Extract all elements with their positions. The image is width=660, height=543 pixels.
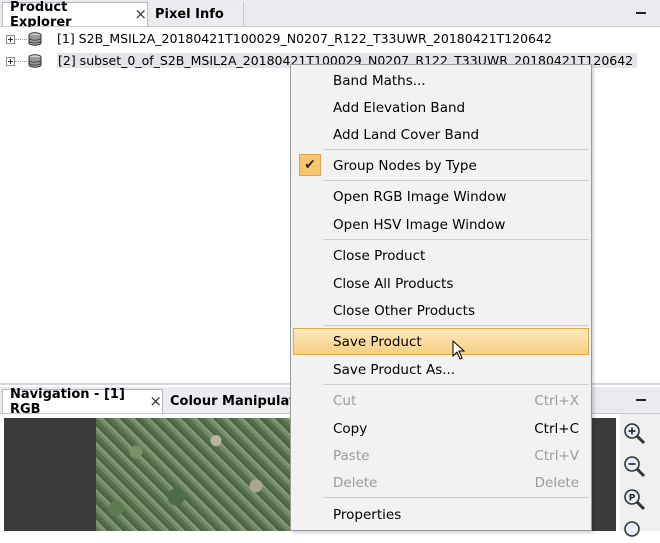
- tab-label: Product Explorer: [10, 0, 72, 30]
- tab-label: Navigation - [1] RGB: [10, 386, 125, 417]
- expand-icon[interactable]: [6, 57, 15, 66]
- tab-label: Colour Manipulati: [170, 393, 300, 409]
- menu-item-label: Save Product As...: [333, 361, 456, 378]
- menu-separator: [323, 149, 589, 150]
- menu-item-copy[interactable]: Copy Ctrl+C: [293, 415, 589, 442]
- menu-item-band-maths[interactable]: Band Maths...: [293, 67, 589, 94]
- menu-item-add-elevation-band[interactable]: Add Elevation Band: [293, 94, 589, 121]
- menu-item-group-nodes-by-type[interactable]: ✔ Group Nodes by Type: [293, 152, 589, 179]
- tab-product-explorer[interactable]: Product Explorer ×: [2, 0, 148, 30]
- tab-colour-manipulation[interactable]: Colour Manipulati: [163, 389, 303, 413]
- close-icon[interactable]: ×: [134, 7, 147, 22]
- menu-separator: [323, 239, 589, 240]
- menu-item-properties[interactable]: Properties: [293, 501, 589, 528]
- minimize-icon[interactable]: [636, 399, 646, 401]
- menu-item-label: Close Other Products: [333, 302, 475, 319]
- menu-item-label: Close Product: [333, 247, 426, 264]
- menu-item-label: Open HSV Image Window: [333, 216, 506, 233]
- menu-separator: [323, 325, 589, 326]
- mouse-cursor-icon: [452, 340, 466, 360]
- satellite-image: [96, 418, 296, 531]
- menu-item-label: Properties: [333, 506, 402, 523]
- menu-item-label: Paste: [333, 447, 370, 464]
- menu-item-open-hsv-image-window[interactable]: Open HSV Image Window: [293, 211, 589, 238]
- zoom-out-icon[interactable]: [622, 454, 646, 478]
- minimize-icon[interactable]: [636, 12, 646, 14]
- menu-separator: [323, 497, 589, 498]
- tab-pixel-info[interactable]: Pixel Info: [148, 2, 244, 26]
- menu-item-label: Open RGB Image Window: [333, 188, 507, 205]
- context-menu: Band Maths... Add Elevation Band Add Lan…: [290, 64, 592, 531]
- expand-icon[interactable]: [6, 35, 15, 44]
- zoom-all-icon[interactable]: [622, 519, 646, 543]
- close-icon[interactable]: ×: [149, 394, 162, 409]
- menu-item-close-product[interactable]: Close Product: [293, 242, 589, 269]
- menu-item-label: Save Product: [333, 333, 422, 350]
- menu-item-save-product-as[interactable]: Save Product As...: [293, 356, 589, 383]
- menu-item-label: Close All Products: [333, 275, 454, 292]
- menu-item-delete[interactable]: Delete Delete: [293, 469, 589, 496]
- menu-item-label: Delete: [333, 474, 378, 491]
- menu-item-label: Cut: [333, 392, 357, 409]
- menu-item-close-all-products[interactable]: Close All Products: [293, 270, 589, 297]
- database-icon: [28, 54, 42, 68]
- menu-item-label: Group Nodes by Type: [333, 157, 477, 174]
- tree-item-label: [1] S2B_MSIL2A_20180421T100029_N0207_R12…: [57, 31, 552, 46]
- shortcut-label: Ctrl+V: [534, 447, 579, 464]
- shortcut-label: Ctrl+X: [534, 392, 579, 409]
- tree-connector: [15, 61, 27, 62]
- zoom-in-icon[interactable]: [622, 421, 646, 445]
- menu-item-save-product[interactable]: Save Product: [293, 328, 589, 355]
- menu-item-add-land-cover-band[interactable]: Add Land Cover Band: [293, 121, 589, 148]
- tab-navigation[interactable]: Navigation - [1] RGB ×: [2, 387, 163, 417]
- menu-item-label: Band Maths...: [333, 72, 426, 89]
- shortcut-label: Delete: [534, 474, 579, 491]
- menu-item-close-other-products[interactable]: Close Other Products: [293, 297, 589, 324]
- menu-item-label: Add Elevation Band: [333, 99, 466, 116]
- database-icon: [28, 32, 42, 46]
- menu-item-label: Add Land Cover Band: [333, 126, 480, 143]
- check-icon: ✔: [299, 154, 321, 176]
- menu-separator: [323, 384, 589, 385]
- shortcut-label: Ctrl+C: [534, 420, 579, 437]
- product-explorer-tabbar: Product Explorer × Pixel Info: [0, 0, 660, 30]
- menu-item-label: Copy: [333, 420, 368, 437]
- menu-separator: [323, 180, 589, 181]
- tree-item-product-1[interactable]: [1] S2B_MSIL2A_20180421T100029_N0207_R12…: [0, 29, 560, 49]
- tab-label: Pixel Info: [155, 6, 224, 22]
- menu-item-open-rgb-image-window[interactable]: Open RGB Image Window: [293, 183, 589, 210]
- svg-text:P: P: [629, 494, 636, 504]
- zoom-pixel-icon[interactable]: P: [622, 487, 646, 511]
- tree-connector: [15, 39, 27, 40]
- menu-item-cut[interactable]: Cut Ctrl+X: [293, 387, 589, 414]
- menu-item-paste[interactable]: Paste Ctrl+V: [293, 442, 589, 469]
